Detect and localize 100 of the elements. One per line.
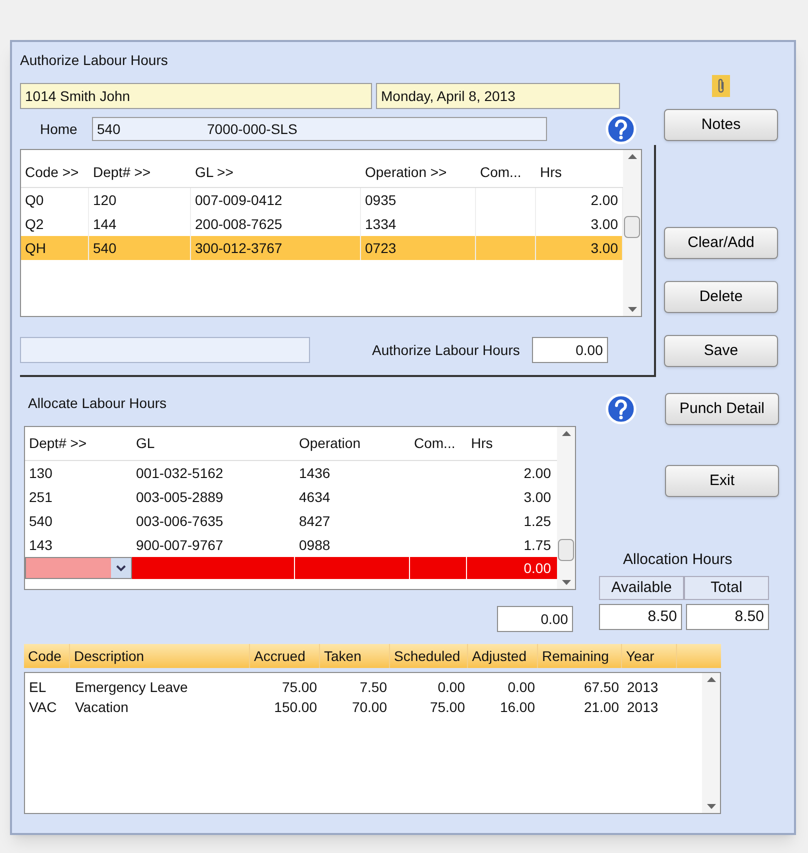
table-cell: 0723 <box>361 236 476 260</box>
action-button[interactable]: Save <box>664 335 778 367</box>
table-cell: 120 <box>89 188 191 212</box>
column-header[interactable]: Year <box>622 644 677 668</box>
action-button[interactable]: Exit <box>665 465 779 497</box>
home-label: Home <box>39 120 78 138</box>
scrollbar[interactable] <box>623 150 641 316</box>
new-entry-row[interactable]: 0.00 <box>25 557 557 579</box>
column-header[interactable]: Code >> <box>21 162 89 183</box>
allocation-hours-label: Allocation Hours <box>623 550 734 570</box>
allocate-total-field[interactable]: 0.00 <box>497 606 573 632</box>
action-button[interactable]: Delete <box>664 281 778 313</box>
table-cell: 007-009-0412 <box>191 188 361 212</box>
action-button[interactable]: Notes <box>664 109 778 141</box>
table-cell: 540 <box>89 236 191 260</box>
hours-field[interactable]: 8.50 <box>686 604 769 630</box>
table-cell-text: 540 <box>28 512 54 530</box>
table-cell-text: 2.00 <box>522 464 552 482</box>
section-title: Allocate Labour Hours <box>28 394 168 413</box>
table-cell-text: 3.00 <box>522 488 552 506</box>
table-cell-text: 150.00 <box>273 698 318 716</box>
table-cell-text: 8427 <box>298 512 332 530</box>
table-cell-text: 130 <box>28 464 54 482</box>
table-cell-text: 0988 <box>298 536 332 554</box>
scrollbar[interactable] <box>557 427 575 589</box>
scroll-thumb[interactable] <box>624 216 640 238</box>
table-cell-text: 001-032-5162 <box>135 464 224 482</box>
scroll-down-icon[interactable] <box>628 307 636 312</box>
table-cell-text: Emergency Leave <box>74 678 189 697</box>
column-header: Total <box>684 576 769 600</box>
table-cell: 0935 <box>361 188 476 212</box>
column-header[interactable]: Scheduled <box>390 644 468 668</box>
column-header[interactable]: Com... <box>410 433 467 454</box>
column-header[interactable]: Accrued <box>250 644 320 668</box>
scroll-down-icon[interactable] <box>706 804 716 809</box>
table-cell-text: 75.00 <box>428 698 466 716</box>
employee-field[interactable]: 1014 Smith John <box>20 83 372 109</box>
memo-field[interactable] <box>20 337 310 363</box>
table-cell: QH <box>21 236 89 260</box>
help-icon[interactable] <box>605 113 637 145</box>
scroll-thumb[interactable] <box>558 539 574 561</box>
table-cell-text: 1436 <box>298 464 332 482</box>
chevron-down-icon <box>111 558 131 578</box>
column-header[interactable]: GL >> <box>191 162 361 183</box>
table-cell-text: 900-007-9767 <box>135 536 224 554</box>
table-cell-text: 75.00 <box>280 678 318 696</box>
paperclip-icon[interactable] <box>712 75 730 97</box>
column-header[interactable]: Operation >> <box>361 162 476 183</box>
column-header[interactable]: Description <box>70 644 250 668</box>
table-cell-text: 251 <box>28 488 54 506</box>
table-cell-text: VAC <box>28 698 58 716</box>
authorize-total-label: Authorize Labour Hours <box>372 340 520 360</box>
help-icon[interactable] <box>605 393 637 425</box>
column-header[interactable]: Adjusted <box>468 644 538 668</box>
action-button[interactable]: Clear/Add <box>664 227 778 259</box>
table-cell-text: 7.50 <box>358 678 388 696</box>
home-field[interactable]: 540 7000-000-SLS <box>92 117 547 141</box>
authorize-total-field[interactable]: 0.00 <box>532 337 608 363</box>
table-cell-text: 003-006-7635 <box>135 512 224 530</box>
column-header[interactable]: Operation <box>295 433 410 454</box>
scroll-up-icon[interactable] <box>562 431 570 436</box>
column-header[interactable]: Remaining <box>538 644 622 668</box>
column-header[interactable]: Dept# >> <box>25 433 132 454</box>
scrollbar[interactable] <box>702 673 720 813</box>
column-header[interactable]: Hrs <box>536 162 623 183</box>
table-cell-text: 70.00 <box>350 698 388 716</box>
table-cell: Q0 <box>21 188 89 212</box>
table-cell-text: 2013 <box>626 678 660 696</box>
column-header[interactable]: GL <box>132 433 295 454</box>
table-cell-text: 003-005-2889 <box>135 488 224 506</box>
home-gl: 7000-000-SLS <box>207 120 298 138</box>
table-cell-text: Vacation <box>74 698 130 716</box>
table-cell-text: 21.00 <box>582 698 620 716</box>
table-cell-text: 0.00 <box>522 558 552 578</box>
table-row[interactable]: QH 540 300-012-3767 0723 3.00 <box>21 236 623 260</box>
table-cell-text: 143 <box>28 536 54 554</box>
scroll-down-icon[interactable] <box>562 580 570 585</box>
column-header[interactable]: Hrs <box>467 433 555 454</box>
table-cell-text: 2013 <box>626 698 660 716</box>
dept-dropdown[interactable] <box>25 557 132 579</box>
table-cell-text: 16.00 <box>498 698 536 716</box>
hours-field[interactable]: 8.50 <box>599 604 682 630</box>
table-cell-text: 0.00 <box>506 678 536 696</box>
column-header[interactable]: Dept# >> <box>89 162 191 183</box>
column-header[interactable]: Taken <box>320 644 390 668</box>
table-cell-text: 0.00 <box>436 678 466 696</box>
scroll-up-icon[interactable] <box>706 677 716 682</box>
scroll-up-icon[interactable] <box>628 154 636 159</box>
date-field[interactable]: Monday, April 8, 2013 <box>376 83 620 109</box>
table-cell-text: 1.75 <box>522 536 552 554</box>
window-title: Authorize Labour Hours <box>20 51 169 70</box>
column-header[interactable]: Com... <box>476 162 536 183</box>
action-button[interactable]: Punch Detail <box>665 393 779 425</box>
column-header[interactable]: Code <box>24 644 70 668</box>
table-cell-text: EL <box>28 678 48 696</box>
table-cell: 300-012-3767 <box>191 236 361 260</box>
table-cell-text: 1.25 <box>522 512 552 530</box>
table-cell-text: 67.50 <box>582 678 620 696</box>
table-cell-text: 4634 <box>298 488 332 506</box>
column-header: Available <box>599 576 684 600</box>
